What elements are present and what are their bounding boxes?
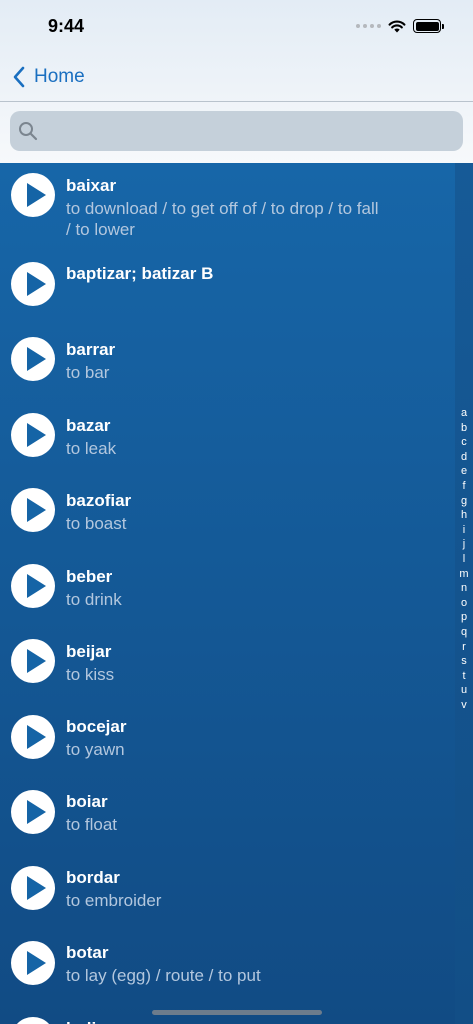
play-button[interactable] bbox=[11, 715, 55, 759]
play-button[interactable] bbox=[11, 173, 55, 217]
play-button[interactable] bbox=[11, 413, 55, 457]
play-icon bbox=[27, 347, 46, 371]
index-letter[interactable]: b bbox=[461, 421, 467, 436]
play-icon bbox=[27, 423, 46, 447]
play-button[interactable] bbox=[11, 790, 55, 834]
play-button[interactable] bbox=[11, 337, 55, 381]
index-letter[interactable]: q bbox=[461, 625, 467, 640]
list-item[interactable]: boiar to float bbox=[0, 790, 455, 866]
index-letter[interactable]: n bbox=[461, 581, 467, 596]
entry-translation: to leak bbox=[66, 439, 117, 458]
index-letter[interactable]: o bbox=[461, 596, 467, 611]
entry-translation: to bar bbox=[66, 363, 110, 382]
top-bar: 9:44 Home bbox=[0, 0, 473, 163]
entry-translation: to embroider bbox=[66, 891, 162, 910]
index-letter[interactable]: g bbox=[461, 494, 467, 509]
nav-divider bbox=[0, 101, 473, 102]
play-icon bbox=[27, 649, 46, 673]
entry-translation: to kiss bbox=[66, 665, 115, 684]
entry-word: bazofiar bbox=[66, 491, 132, 510]
entry-translation: to yawn bbox=[66, 740, 125, 759]
play-icon bbox=[27, 800, 46, 824]
play-icon bbox=[27, 498, 46, 522]
index-letter[interactable]: h bbox=[461, 508, 467, 523]
list-item[interactable]: beijar to kiss bbox=[0, 639, 455, 715]
entry-word: barrar bbox=[66, 340, 116, 359]
index-letter[interactable]: s bbox=[461, 654, 467, 669]
search-icon bbox=[19, 122, 38, 141]
play-button[interactable] bbox=[11, 262, 55, 306]
wifi-icon bbox=[388, 20, 406, 33]
battery-icon bbox=[413, 19, 444, 33]
list-item[interactable]: botar to lay (egg) / route / to put bbox=[0, 941, 455, 1017]
entry-word: bulir bbox=[66, 1019, 103, 1024]
index-letters: a b c d e f g h i j l m n o p q r s t u … bbox=[455, 406, 473, 712]
index-letter[interactable]: j bbox=[463, 537, 465, 552]
index-letter[interactable]: c bbox=[461, 435, 467, 450]
play-icon bbox=[27, 876, 46, 900]
play-icon bbox=[11, 1017, 55, 1024]
index-letter[interactable]: p bbox=[461, 610, 467, 625]
index-letter[interactable]: m bbox=[459, 567, 468, 582]
list-item[interactable]: bazar to leak bbox=[0, 411, 455, 487]
list-item[interactable]: bazofiar to boast bbox=[0, 487, 455, 563]
play-icon bbox=[27, 725, 46, 749]
verb-list: baixar to download / to get off of / to … bbox=[0, 163, 473, 1024]
status-time: 9:44 bbox=[48, 16, 85, 36]
index-letter[interactable]: d bbox=[461, 450, 467, 465]
signal-icon bbox=[356, 24, 381, 28]
entry-word: boiar bbox=[66, 792, 108, 811]
list-item[interactable]: beber to drink bbox=[0, 563, 455, 639]
list-item[interactable]: barrar to bar bbox=[0, 335, 455, 411]
index-letter[interactable]: t bbox=[462, 669, 465, 684]
index-letter[interactable]: e bbox=[461, 464, 467, 479]
play-icon bbox=[27, 951, 46, 975]
index-letter[interactable]: f bbox=[462, 479, 465, 494]
list-item[interactable]: bordar to embroider bbox=[0, 866, 455, 942]
entry-word: baixar bbox=[66, 176, 117, 195]
search-field[interactable] bbox=[10, 111, 463, 151]
back-button[interactable]: Home bbox=[12, 60, 85, 94]
entry-translation: to lay (egg) / route / to put bbox=[66, 966, 261, 985]
list-item[interactable]: bulir bbox=[0, 1016, 455, 1024]
entry-word: beber bbox=[66, 567, 113, 586]
entry-word: baptizar; batizar B bbox=[66, 264, 214, 283]
chevron-left-icon bbox=[13, 66, 25, 88]
play-icon bbox=[27, 272, 46, 296]
status-icons bbox=[356, 17, 444, 35]
index-letter[interactable]: l bbox=[463, 552, 465, 567]
play-button[interactable] bbox=[11, 564, 55, 608]
entry-translation: to boast bbox=[66, 514, 127, 533]
play-button[interactable] bbox=[11, 1017, 55, 1024]
play-button[interactable] bbox=[11, 488, 55, 532]
list-item[interactable]: baptizar; batizar B bbox=[0, 249, 455, 335]
index-letter[interactable]: i bbox=[463, 523, 465, 538]
entry-translation: to download / to get off of / to drop / … bbox=[66, 199, 379, 239]
entry-translation: to drink bbox=[66, 590, 122, 609]
index-letter[interactable]: a bbox=[461, 406, 467, 421]
entry-translation: to float bbox=[66, 815, 118, 834]
play-button[interactable] bbox=[11, 941, 55, 985]
entry-word: bocejar bbox=[66, 717, 127, 736]
section-index: a b c d e f g h i j l m n o p q r s t u … bbox=[455, 163, 473, 1024]
index-letter[interactable]: r bbox=[462, 640, 466, 655]
list-item[interactable]: bocejar to yawn bbox=[0, 715, 455, 791]
entry-word: bazar bbox=[66, 416, 111, 435]
play-button[interactable] bbox=[11, 866, 55, 910]
index-letter[interactable]: u bbox=[461, 683, 467, 698]
entry-word: beijar bbox=[66, 642, 112, 661]
list-item[interactable]: baixar to download / to get off of / to … bbox=[0, 163, 455, 249]
back-label: Home bbox=[34, 66, 85, 87]
play-icon bbox=[27, 574, 46, 598]
play-icon bbox=[27, 183, 46, 207]
play-button[interactable] bbox=[11, 639, 55, 683]
home-indicator[interactable] bbox=[152, 1010, 322, 1015]
entry-word: bordar bbox=[66, 868, 120, 887]
index-letter[interactable]: v bbox=[461, 698, 467, 713]
entry-word: botar bbox=[66, 943, 109, 962]
